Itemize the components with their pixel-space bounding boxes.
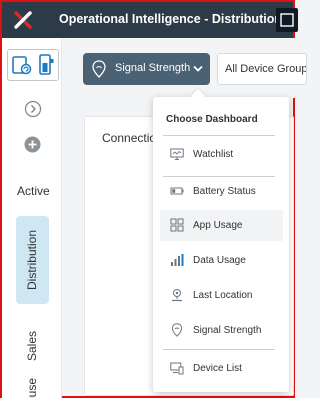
- bar-chart-icon: [171, 254, 184, 266]
- toolbar: Signal Strength All Device Group: [63, 38, 307, 98]
- sidebar-tab-label: ouse: [25, 378, 40, 398]
- app-title: Operational Intelligence - Distribution: [59, 12, 282, 26]
- grid-icon: [170, 218, 184, 232]
- dashboard-selector-button[interactable]: Signal Strength: [83, 53, 210, 85]
- menu-header: Choose Dashboard: [166, 114, 258, 125]
- sidebar-tab-label: Sales: [25, 330, 40, 362]
- sidebar-tab-sales[interactable]: Sales: [16, 316, 49, 376]
- menu-item-watchlist[interactable]: Watchlist: [160, 139, 283, 170]
- logo-icon[interactable]: [14, 11, 32, 29]
- device-group-select[interactable]: All Device Group: [217, 53, 307, 85]
- view-mode-toggle[interactable]: [7, 49, 59, 81]
- menu-item-data-usage[interactable]: Data Usage: [160, 245, 283, 276]
- header-action-button[interactable]: [276, 8, 298, 32]
- menu-item-app-usage[interactable]: App Usage: [160, 210, 283, 241]
- phone-battery-icon: [39, 54, 54, 75]
- location-icon: [172, 289, 182, 302]
- menu-divider: [163, 135, 275, 136]
- sidebar: Active Distribution Sales ouse: [2, 38, 62, 398]
- menu-item-label: Watchlist: [193, 149, 234, 160]
- menu-item-battery-status[interactable]: Battery Status: [160, 176, 283, 207]
- choose-dashboard-menu: Choose Dashboard Watchlist Battery Statu…: [153, 97, 289, 392]
- battery-icon: [170, 187, 184, 195]
- device-list-icon: [170, 362, 184, 375]
- menu-item-label: Device List: [193, 363, 242, 374]
- title-separator: -: [204, 12, 209, 26]
- sidebar-tab-label: Distribution: [25, 229, 40, 291]
- menu-item-label: Last Location: [193, 290, 253, 301]
- menu-item-label: Signal Strength: [193, 325, 262, 336]
- monitor-icon: [170, 148, 184, 160]
- mode-option-device[interactable]: [8, 50, 34, 80]
- device-sync-icon: [12, 56, 32, 75]
- active-label: Active: [17, 184, 50, 198]
- signal-pin-icon: [171, 323, 183, 337]
- window-icon: [280, 13, 294, 27]
- plus-circle-icon[interactable]: [24, 136, 41, 153]
- menu-divider: [163, 349, 275, 350]
- menu-item-label: Battery Status: [193, 186, 256, 197]
- location-pin-icon: [92, 60, 106, 78]
- section-name: Distribution: [211, 12, 282, 26]
- chevron-right-circle-icon[interactable]: [24, 100, 42, 118]
- menu-item-device-list[interactable]: Device List: [160, 353, 283, 384]
- top-bar: Operational Intelligence - Distribution: [2, 2, 298, 38]
- menu-item-signal-strength[interactable]: Signal Strength: [160, 315, 283, 346]
- menu-item-label: App Usage: [193, 220, 243, 231]
- dashboard-selector-label: Signal Strength: [115, 62, 191, 74]
- menu-item-label: Data Usage: [193, 255, 246, 266]
- app-name: Operational Intelligence: [59, 12, 201, 26]
- sidebar-tab-warehouse[interactable]: ouse: [16, 378, 49, 398]
- chevron-down-icon: [193, 65, 203, 72]
- sidebar-tab-distribution[interactable]: Distribution: [16, 216, 49, 304]
- menu-item-last-location[interactable]: Last Location: [160, 280, 283, 311]
- mode-option-battery[interactable]: [34, 50, 58, 80]
